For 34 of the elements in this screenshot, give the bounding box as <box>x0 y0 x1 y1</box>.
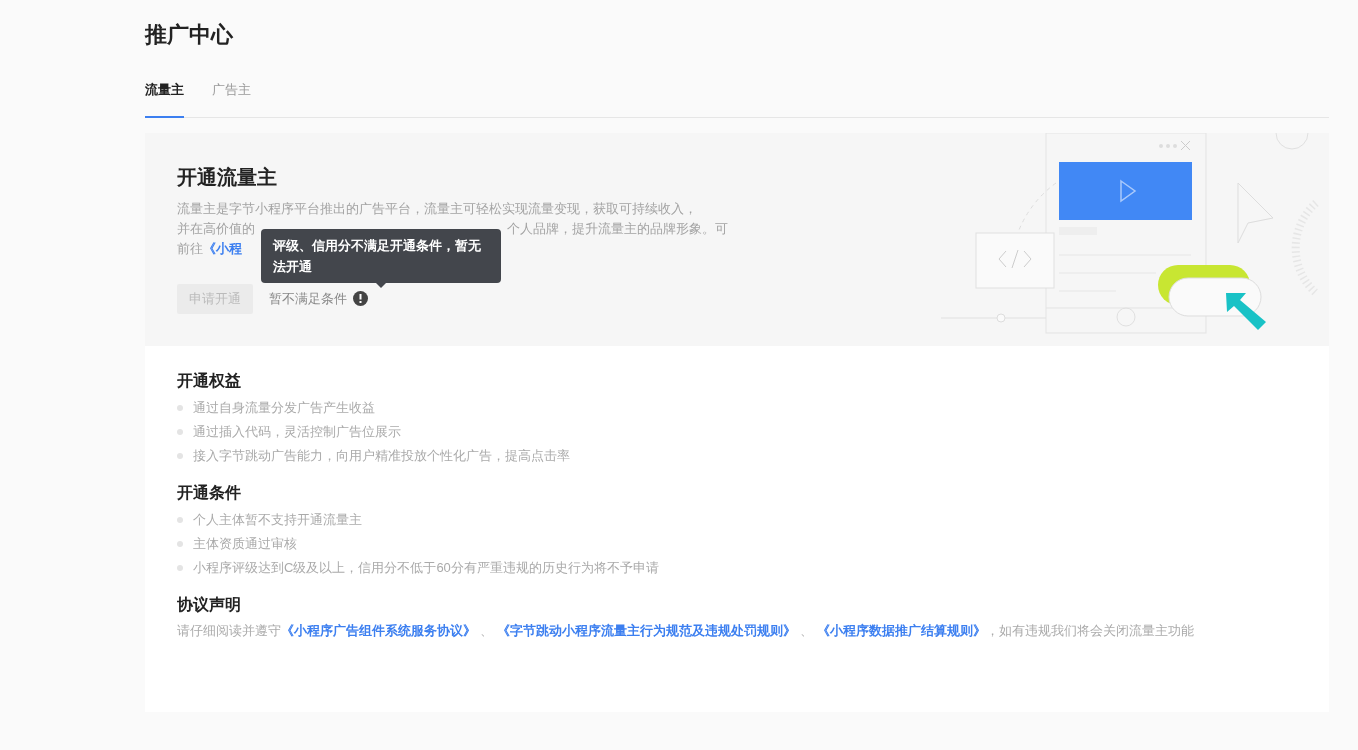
agreement-link[interactable]: 《小程 <box>203 238 242 259</box>
status-text: 暂不满足条件 <box>269 289 347 308</box>
tab[interactable]: 流量主 <box>145 80 184 118</box>
agreement-text: 请仔细阅读并遵守 <box>177 621 281 640</box>
tooltip-arrow-icon <box>376 282 386 288</box>
list-item-text: 接入字节跳动广告能力，向用户精准投放个性化广告，提高点击率 <box>193 446 570 465</box>
list-item-text: 通过自身流量分发广告产生收益 <box>193 398 375 417</box>
description-text: 流量主是字节小程序平台推出的广告平台，流量主可轻松实现流量变现，获取可持续收入， <box>177 199 698 218</box>
bullet-icon <box>177 540 183 547</box>
page-title: 推广中心 <box>145 21 234 49</box>
bullet-icon <box>177 428 183 435</box>
bullet-icon <box>177 404 183 411</box>
section-title: 协议声明 <box>177 594 242 615</box>
agreement-link[interactable]: 《字节跳动小程序流量主行为规范及违规处罚规则》 <box>497 620 796 641</box>
list-item-text: 个人主体暂不支持开通流量主 <box>193 510 362 529</box>
description-text: 个人品牌，提升流量主的品牌形象。可 <box>507 219 728 238</box>
warning-icon[interactable] <box>353 291 368 306</box>
description-text: 前往 <box>177 239 203 258</box>
section-title: 开通权益 <box>177 370 242 391</box>
agreement-link[interactable]: 《小程序广告组件系统服务协议》 <box>281 620 476 641</box>
bullet-icon <box>177 564 183 571</box>
list-item-text: 主体资质通过审核 <box>193 534 297 553</box>
separator-text: 、 <box>799 621 814 640</box>
description-text: 并在高价值的 <box>177 219 255 238</box>
intro-title: 开通流量主 <box>177 164 278 190</box>
bullet-icon <box>177 516 183 523</box>
list-item-text: 小程序评级达到C级及以上，信用分不低于60分有严重违规的历史行为将不予申请 <box>193 558 659 577</box>
separator-text: 、 <box>479 621 494 640</box>
tab[interactable]: 广告主 <box>212 80 251 118</box>
agreement-text: ，如有违规我们将会关闭流量主功能 <box>986 621 1194 640</box>
bullet-icon <box>177 452 183 459</box>
agreement-link[interactable]: 《小程序数据推广结算规则》 <box>817 620 986 641</box>
section-title: 开通条件 <box>177 482 242 503</box>
list-item-text: 通过插入代码，灵活控制广告位展示 <box>193 422 401 441</box>
